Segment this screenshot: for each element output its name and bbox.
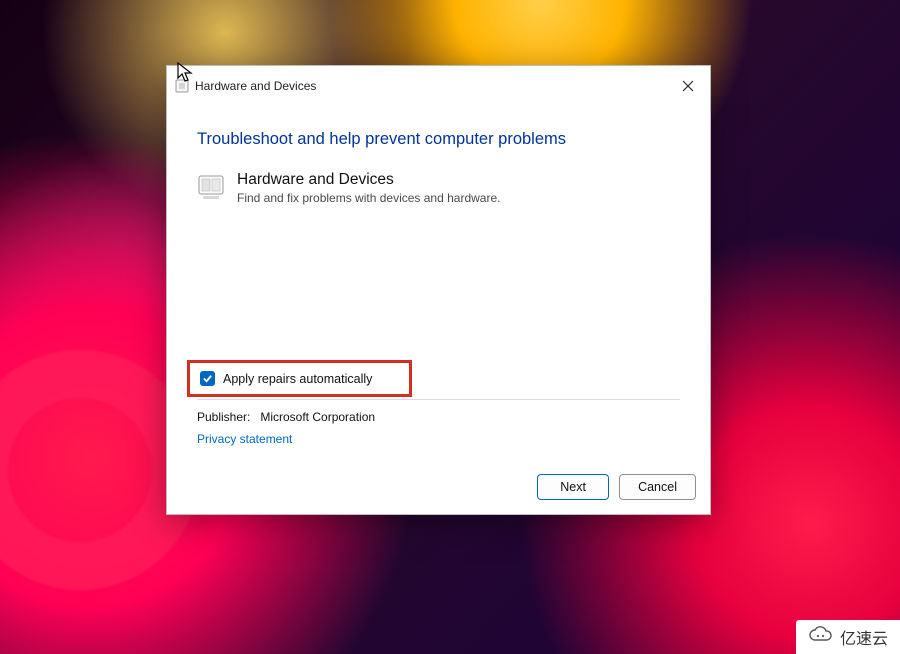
watermark-text: 亿速云 [840,625,888,649]
close-button[interactable] [670,72,706,100]
troubleshooter-dialog: Hardware and Devices Troubleshoot and he… [166,65,711,515]
category-text-group: Hardware and Devices Find and fix proble… [237,171,500,205]
checkbox-box [200,371,215,386]
apply-repairs-checkbox[interactable]: Apply repairs automatically [200,371,399,386]
dialog-buttons: Next Cancel [167,474,710,514]
dialog-content: Troubleshoot and help prevent computer p… [167,106,710,474]
troubleshooter-category[interactable]: Hardware and Devices Find and fix proble… [197,171,680,205]
title-bar: Hardware and Devices [167,66,710,106]
hardware-large-icon [197,173,225,201]
publisher-label: Publisher: [197,410,257,424]
divider [197,399,680,400]
category-title: Hardware and Devices [237,171,500,189]
cloud-icon [808,626,834,649]
hardware-small-icon [175,79,189,93]
check-icon [202,373,213,384]
highlight-box: Apply repairs automatically [187,360,412,397]
category-description: Find and fix problems with devices and h… [237,191,500,205]
publisher-row: Publisher: Microsoft Corporation [197,410,680,424]
window-title: Hardware and Devices [195,79,316,93]
publisher-value: Microsoft Corporation [260,410,375,424]
close-icon [682,80,694,92]
checkbox-label: Apply repairs automatically [223,372,372,386]
privacy-link[interactable]: Privacy statement [197,432,680,446]
page-heading: Troubleshoot and help prevent computer p… [197,130,680,149]
watermark: 亿速云 [796,620,900,654]
next-button[interactable]: Next [537,474,609,500]
cancel-button[interactable]: Cancel [619,474,696,500]
content-spacer [197,205,680,360]
